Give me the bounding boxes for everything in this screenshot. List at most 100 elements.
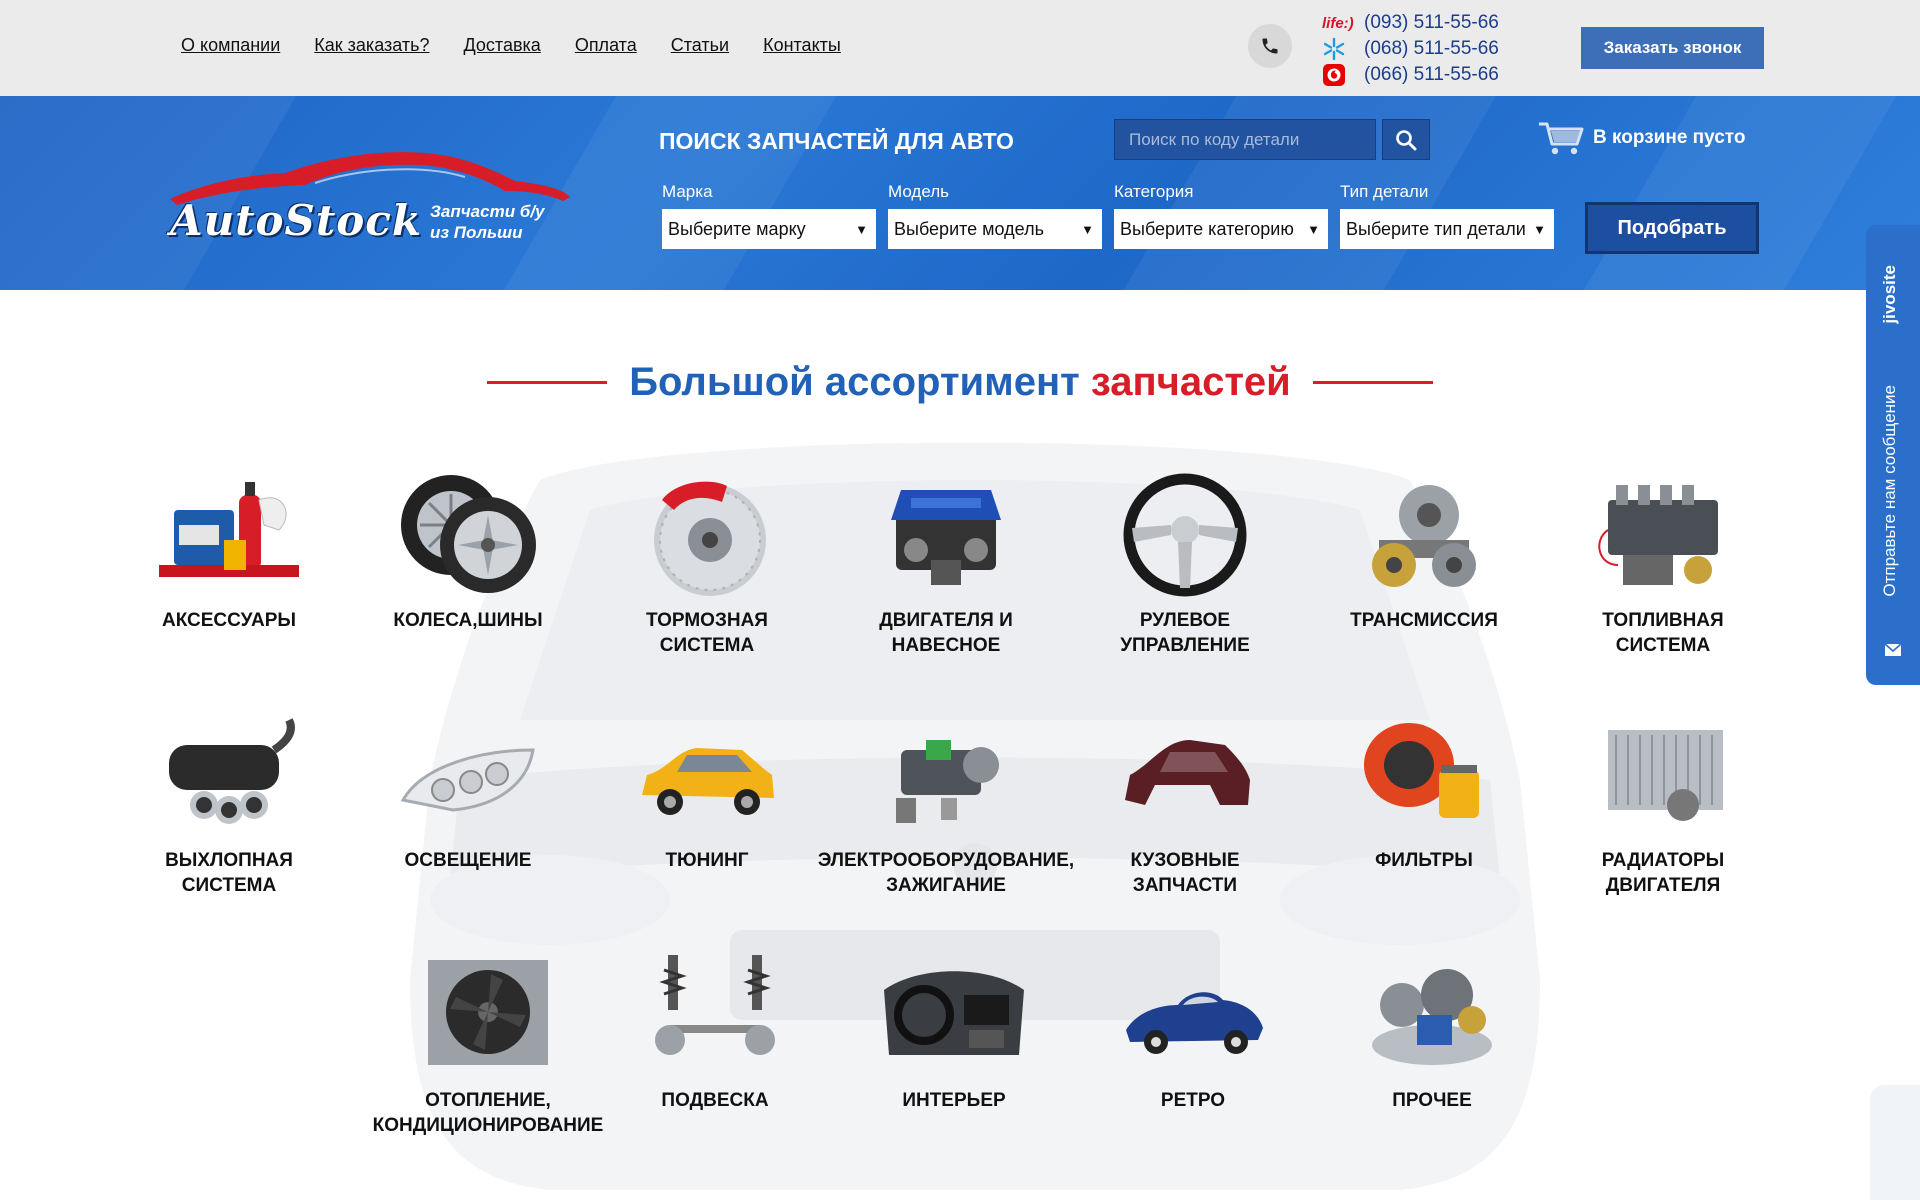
category-label: ПОДВЕСКА (661, 1090, 769, 1111)
jivosite-message-label: Отправьте нам сообщение (1880, 385, 1899, 597)
dropdown-arrow-icon: ▼ (1533, 221, 1546, 237)
brake-disc-icon (654, 481, 766, 596)
nav-link-how-to-order[interactable]: Как заказать? (314, 35, 429, 56)
filter-part-type-label: Тип детали (1340, 182, 1429, 201)
main-content: Большой ассортимент запчастей АКСЕССУАРЫ… (0, 290, 1920, 1200)
filter-category-label: Категория (1114, 182, 1194, 201)
heating-ac-icon (428, 960, 548, 1065)
yellow-car-icon (642, 748, 774, 815)
category-fuel-system[interactable]: ТОПЛИВНАЯ СИСТЕМА (1533, 470, 1793, 658)
phone-number[interactable]: (066) 511-55-66 (1364, 64, 1499, 86)
search-button[interactable] (1382, 119, 1430, 160)
vodafone-logo-icon (1322, 64, 1364, 86)
category-select[interactable]: Выберите категорию ▼ (1114, 209, 1328, 249)
part-type-select[interactable]: Выберите тип детали ▼ (1340, 209, 1554, 249)
filter-category: Категория Выберите категорию ▼ (1114, 182, 1328, 249)
nav-link-about[interactable]: О компании (181, 35, 280, 56)
category-wheels-tires[interactable]: КОЛЕСА,ШИНЫ (338, 470, 598, 633)
category-heating-ac[interactable]: ОТОПЛЕНИЕ, КОНДИЦИОНИРОВАНИЕ (358, 950, 618, 1138)
retro-car-icon (1126, 992, 1263, 1054)
category-interior[interactable]: ИНТЕРЬЕР (824, 950, 1084, 1113)
category-brake-system[interactable]: ТОРМОЗНАЯ СИСТЕМА (577, 470, 837, 658)
category-accessories[interactable]: АКСЕССУАРЫ (99, 470, 359, 633)
phone-row-life: life:) (093) 511-55-66 (1322, 10, 1499, 36)
category-filters[interactable]: ФИЛЬТРЫ (1294, 710, 1554, 873)
site-logo[interactable]: AutoStock Запчасти б/у из Польши (165, 141, 575, 261)
accessories-icon (159, 482, 299, 577)
category-label: КОЛЕСА,ШИНЫ (393, 610, 543, 631)
category-label: РАДИАТОРЫ ДВИГАТЕЛЯ (1601, 850, 1725, 896)
category-label: РЕТРО (1160, 1090, 1226, 1111)
category-label: ИНТЕРЬЕР (902, 1090, 1006, 1111)
envelope-icon (1884, 643, 1902, 656)
logo-brand: AutoStock (170, 196, 422, 245)
phone-row-vodafone: (066) 511-55-66 (1322, 62, 1499, 88)
phone-row-kyivstar: (068) 511-55-66 (1322, 36, 1499, 62)
category-exhaust[interactable]: ВЫХЛОПНАЯ СИСТЕМА (99, 710, 359, 898)
category-label: ДВИГАТЕЛЯ И НАВЕСНОЕ (879, 610, 1013, 656)
category-body-parts[interactable]: КУЗОВНЫЕ ЗАПЧАСТИ (1055, 710, 1315, 898)
category-transmission[interactable]: ТРАНСМИССИЯ (1294, 470, 1554, 633)
steering-wheel-icon (1123, 473, 1247, 597)
heading-line-right (1312, 381, 1433, 384)
filter-icon (1364, 723, 1479, 818)
pick-parts-button[interactable]: Подобрать (1585, 202, 1759, 254)
category-engines[interactable]: ДВИГАТЕЛЯ И НАВЕСНОЕ (816, 470, 1076, 658)
filter-brand-label: Марка (662, 182, 713, 201)
jivosite-chat-tab[interactable]: jivosite Отправьте нам сообщение (1866, 225, 1920, 685)
nav-link-contacts[interactable]: Контакты (763, 35, 841, 56)
part-code-search-input[interactable] (1114, 119, 1376, 160)
category-label: ТОРМОЗНАЯ СИСТЕМА (646, 610, 768, 656)
electrical-parts-icon (896, 740, 999, 823)
category-tuning[interactable]: ТЮНИНГ (577, 710, 837, 873)
cart-link[interactable]: В корзине пусто (1537, 120, 1745, 156)
category-suspension[interactable]: ПОДВЕСКА (585, 950, 845, 1113)
exhaust-icon (169, 718, 295, 824)
category-label: ПРОЧЕЕ (1392, 1090, 1472, 1111)
category-label: ВЫХЛОПНАЯ СИСТЕМА (165, 850, 293, 896)
model-select[interactable]: Выберите модель ▼ (888, 209, 1102, 249)
section-heading: Большой ассортимент запчастей (0, 360, 1920, 405)
headlight-icon (400, 748, 535, 812)
phone-number[interactable]: (068) 511-55-66 (1364, 38, 1499, 60)
nav-link-delivery[interactable]: Доставка (464, 35, 541, 56)
category-label: ТОПЛИВНАЯ СИСТЕМА (1602, 610, 1724, 656)
category-label: ЭЛЕКТРООБОРУДОВАНИЕ, ЗАЖИГАНИЕ (817, 850, 1075, 896)
category-label: ФИЛЬТРЫ (1375, 850, 1473, 871)
chat-widget-edge (1870, 1085, 1920, 1200)
category-other[interactable]: ПРОЧЕЕ (1302, 950, 1562, 1113)
dropdown-arrow-icon: ▼ (1081, 221, 1094, 237)
kyivstar-star-icon (1322, 37, 1364, 61)
heading-line-left (487, 381, 608, 384)
filter-brand: Марка Выберите марку ▼ (662, 182, 876, 249)
transmission-icon (1372, 485, 1476, 587)
nav-link-articles[interactable]: Статьи (671, 35, 729, 56)
filter-model-label: Модель (888, 182, 950, 201)
search-icon (1396, 129, 1417, 150)
logo-tagline: Запчасти б/у из Польши (430, 202, 545, 242)
suspension-icon (655, 955, 775, 1055)
misc-parts-icon (1372, 969, 1492, 1065)
category-lighting[interactable]: ОСВЕЩЕНИЕ (338, 710, 598, 873)
category-label: ОСВЕЩЕНИЕ (404, 850, 532, 871)
life-logo-icon: life:) (1322, 14, 1354, 32)
top-nav: О компании Как заказать? Доставка Оплата… (181, 35, 841, 56)
dropdown-arrow-icon: ▼ (855, 221, 868, 237)
fuel-pump-icon (1598, 485, 1718, 585)
cart-status: В корзине пусто (1593, 127, 1746, 148)
request-callback-button[interactable]: Заказать звонок (1581, 27, 1764, 69)
brand-select[interactable]: Выберите марку ▼ (662, 209, 876, 249)
category-label: ОТОПЛЕНИЕ, КОНДИЦИОНИРОВАНИЕ (372, 1090, 604, 1136)
filter-model: Модель Выберите модель ▼ (888, 182, 1102, 249)
category-label: ТРАНСМИССИЯ (1350, 610, 1498, 631)
category-electrical[interactable]: ЭЛЕКТРООБОРУДОВАНИЕ, ЗАЖИГАНИЕ (816, 710, 1076, 898)
phone-number[interactable]: (093) 511-55-66 (1364, 12, 1499, 34)
jivosite-brand: jivosite (1880, 265, 1899, 324)
search-title: ПОИСК ЗАПЧАСТЕЙ ДЛЯ АВТО (659, 128, 1014, 154)
category-steering[interactable]: РУЛЕВОЕ УПРАВЛЕНИЕ (1055, 470, 1315, 658)
category-engine-radiators[interactable]: РАДИАТОРЫ ДВИГАТЕЛЯ (1533, 710, 1793, 898)
nav-link-payment[interactable]: Оплата (575, 35, 637, 56)
section-title: Большой ассортимент запчастей (629, 360, 1291, 404)
category-retro[interactable]: РЕТРО (1063, 950, 1323, 1113)
dropdown-arrow-icon: ▼ (1307, 221, 1320, 237)
